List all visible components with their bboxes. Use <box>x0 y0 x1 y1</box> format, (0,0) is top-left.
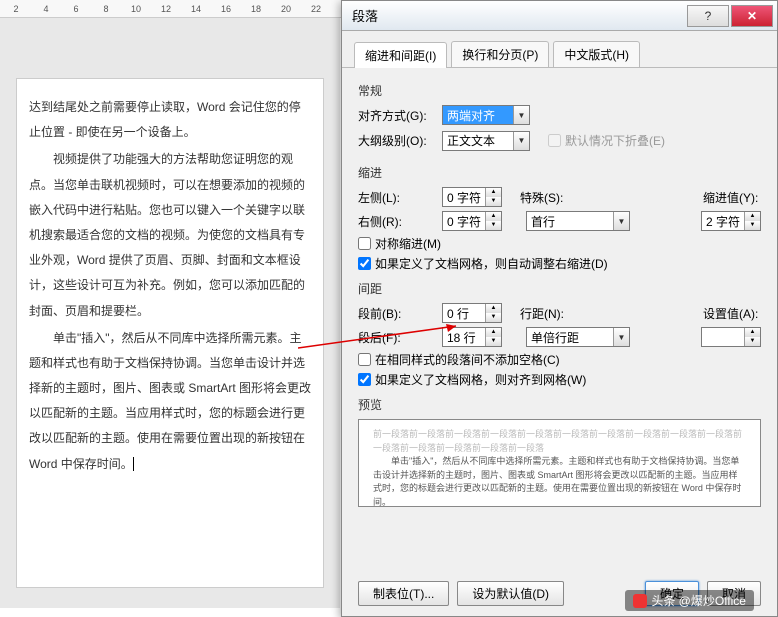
indent-by-spinner[interactable]: ▲▼ <box>701 211 761 231</box>
tab-asian-typography[interactable]: 中文版式(H) <box>553 41 640 67</box>
preview-body-text: 单击"插入"，然后从不同库中选择所需元素。主题和样式也有助于文档保持协调。当您单… <box>373 455 746 507</box>
indent-left-spinner[interactable]: ▲▼ <box>442 187 502 207</box>
tab-indent-spacing[interactable]: 缩进和间距(I) <box>354 42 447 68</box>
dialog-title: 段落 <box>352 6 685 25</box>
close-button[interactable]: ✕ <box>731 5 773 27</box>
no-space-same-style-label: 在相同样式的段落间不添加空格(C) <box>375 351 560 368</box>
snap-to-grid-label: 如果定义了文档网格，则对齐到网格(W) <box>375 371 586 388</box>
line-spacing-combo[interactable]: ▼ <box>526 327 630 347</box>
tab-line-page-breaks[interactable]: 换行和分页(P) <box>451 41 549 67</box>
indent-by-label: 缩进值(Y): <box>703 189 761 206</box>
spin-up-icon[interactable]: ▲ <box>485 212 501 221</box>
mirror-indent-checkbox[interactable] <box>358 237 371 250</box>
collapse-label: 默认情况下折叠(E) <box>565 132 665 149</box>
watermark: 头条 @爆炒Office <box>625 590 754 611</box>
special-combo[interactable]: ▼ <box>526 211 630 231</box>
toutiao-logo-icon <box>633 594 647 608</box>
space-before-spinner[interactable]: ▲▼ <box>442 303 502 323</box>
dialog-tabs: 缩进和间距(I) 换行和分页(P) 中文版式(H) <box>342 31 777 68</box>
mirror-indent-label: 对称缩进(M) <box>375 235 441 252</box>
spin-down-icon[interactable]: ▼ <box>485 197 501 206</box>
outline-level-label: 大纲级别(O): <box>358 132 436 149</box>
alignment-combo[interactable]: ▼ <box>442 105 530 125</box>
indent-right-spinner[interactable]: ▲▼ <box>442 211 502 231</box>
spin-up-icon[interactable]: ▲ <box>744 212 760 221</box>
space-after-spinner[interactable]: ▲▼ <box>442 327 502 347</box>
spin-down-icon[interactable]: ▼ <box>485 221 501 230</box>
group-indent: 缩进 <box>358 164 761 181</box>
auto-adjust-checkbox[interactable] <box>358 257 371 270</box>
chevron-down-icon[interactable]: ▼ <box>513 106 529 124</box>
chevron-down-icon[interactable]: ▼ <box>613 328 629 346</box>
help-button[interactable]: ? <box>687 5 729 27</box>
chevron-down-icon[interactable]: ▼ <box>513 132 529 150</box>
group-preview: 预览 <box>358 396 761 413</box>
spin-up-icon[interactable]: ▲ <box>485 304 501 313</box>
spin-down-icon[interactable]: ▼ <box>744 337 760 346</box>
outline-level-combo[interactable]: ▼ <box>442 131 530 151</box>
special-label: 特殊(S): <box>520 189 578 206</box>
set-default-button[interactable]: 设为默认值(D) <box>457 581 564 606</box>
spin-down-icon[interactable]: ▼ <box>485 313 501 322</box>
space-before-label: 段前(B): <box>358 305 436 322</box>
tabs-button[interactable]: 制表位(T)... <box>358 581 449 606</box>
snap-to-grid-checkbox[interactable] <box>358 373 371 386</box>
dialog-titlebar: 段落 ? ✕ <box>342 1 777 31</box>
indent-left-label: 左侧(L): <box>358 189 436 206</box>
spacing-at-label: 设置值(A): <box>703 305 761 322</box>
indent-right-label: 右侧(R): <box>358 213 436 230</box>
preview-box: 前一段落前一段落前一段落前一段落前一段落前一段落前一段落前一段落前一段落前一段落… <box>358 419 761 507</box>
spin-down-icon[interactable]: ▼ <box>744 221 760 230</box>
doc-paragraph: 达到结尾处之前需要停止读取，Word 会记住您的停止位置 - 即使在另一个设备上… <box>29 95 311 145</box>
space-after-label: 段后(F): <box>358 329 436 346</box>
collapse-checkbox <box>548 134 561 147</box>
alignment-label: 对齐方式(G): <box>358 107 436 124</box>
spin-up-icon[interactable]: ▲ <box>744 328 760 337</box>
group-general: 常规 <box>358 82 761 99</box>
doc-paragraph: 视频提供了功能强大的方法帮助您证明您的观点。当您单击联机视频时，可以在想要添加的… <box>29 147 311 323</box>
line-spacing-label: 行距(N): <box>520 305 578 322</box>
doc-paragraph: 单击"插入"，然后从不同库中选择所需元素。主题和样式也有助于文档保持协调。当您单… <box>29 326 311 477</box>
document-page[interactable]: 达到结尾处之前需要停止读取，Word 会记住您的停止位置 - 即使在另一个设备上… <box>16 78 324 588</box>
spin-up-icon[interactable]: ▲ <box>485 328 501 337</box>
spin-down-icon[interactable]: ▼ <box>485 337 501 346</box>
text-cursor <box>133 457 134 471</box>
paragraph-dialog: 段落 ? ✕ 缩进和间距(I) 换行和分页(P) 中文版式(H) 常规 对齐方式… <box>341 0 778 617</box>
chevron-down-icon[interactable]: ▼ <box>613 212 629 230</box>
document-area: 达到结尾处之前需要停止读取，Word 会记住您的停止位置 - 即使在另一个设备上… <box>0 18 340 608</box>
group-spacing: 间距 <box>358 280 761 297</box>
auto-adjust-label: 如果定义了文档网格，则自动调整右缩进(D) <box>375 255 608 272</box>
preview-faint-text: 前一段落前一段落前一段落前一段落前一段落前一段落前一段落前一段落前一段落前一段落… <box>373 428 746 455</box>
spacing-at-spinner[interactable]: ▲▼ <box>701 327 761 347</box>
spin-up-icon[interactable]: ▲ <box>485 188 501 197</box>
dialog-panel: 常规 对齐方式(G): ▼ 大纲级别(O): ▼ 默认情况下折叠(E) 缩进 左… <box>342 68 777 515</box>
no-space-same-style-checkbox[interactable] <box>358 353 371 366</box>
